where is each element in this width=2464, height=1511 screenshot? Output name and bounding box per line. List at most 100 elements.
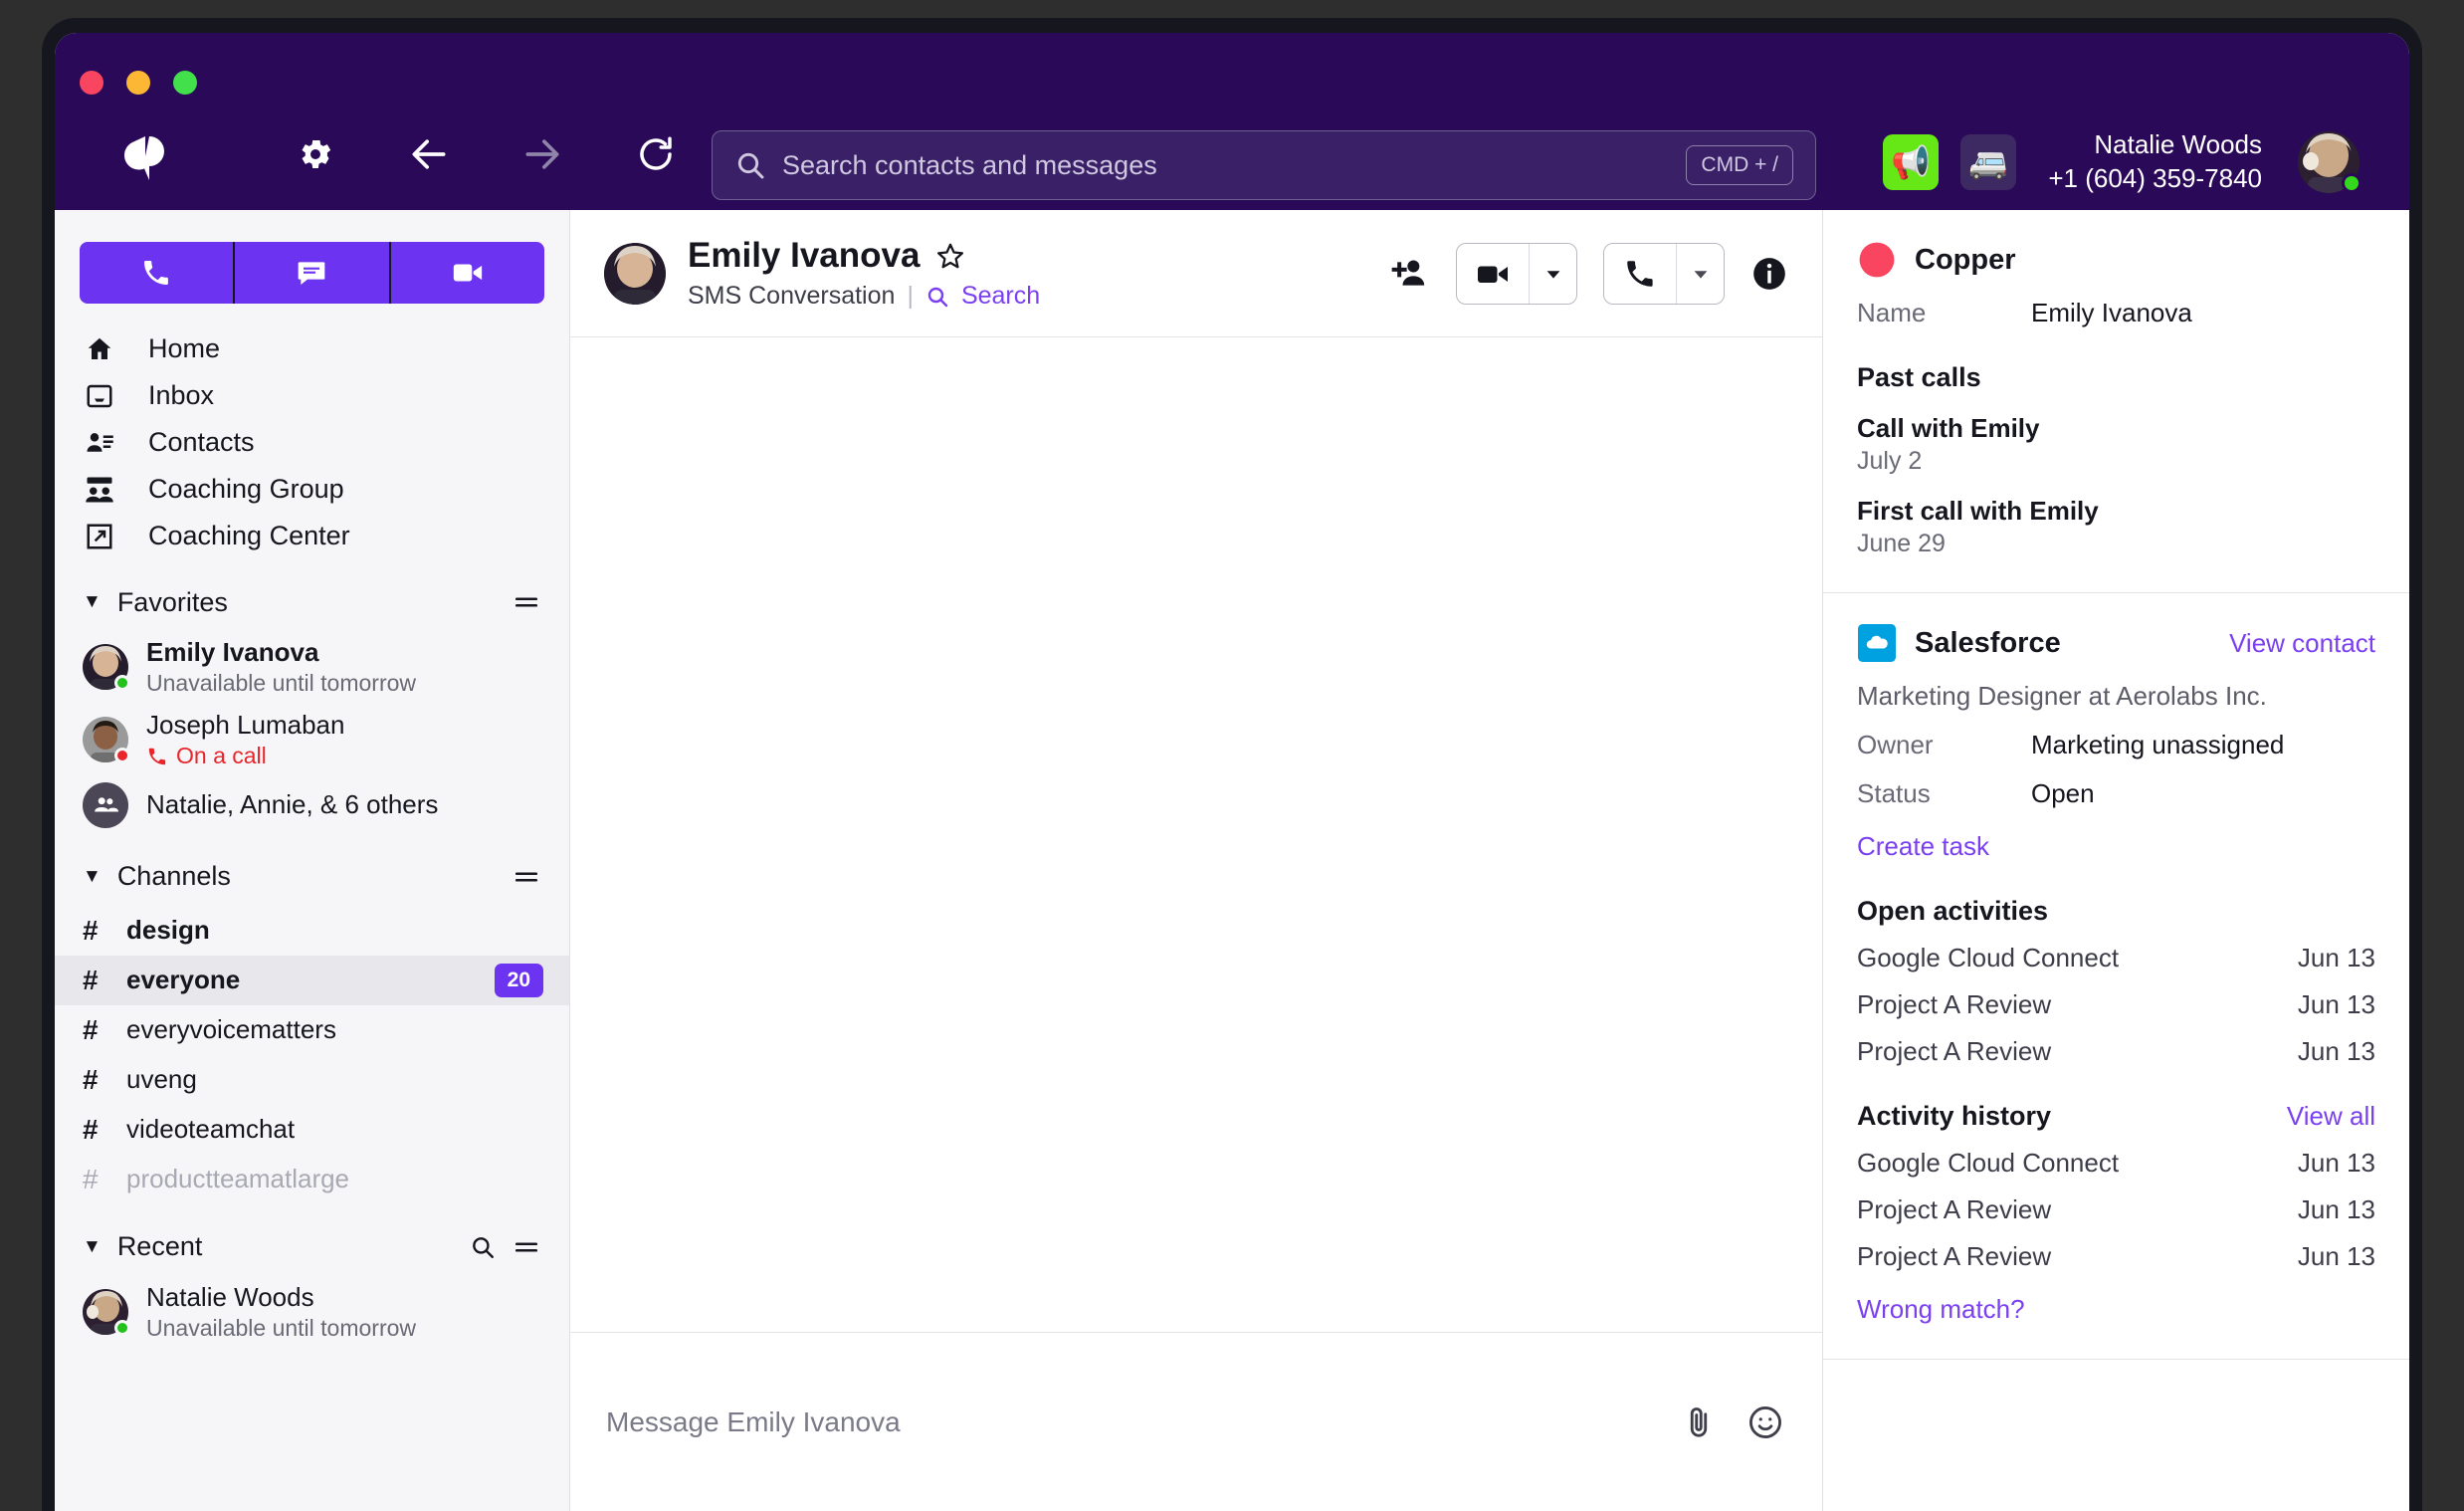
video-call-button[interactable] <box>1457 244 1529 304</box>
favorite-item-emily-ivanova[interactable]: Emily Ivanova Unavailable until tomorrow <box>55 631 569 704</box>
recent-search-icon[interactable] <box>470 1234 496 1260</box>
history-activity-row[interactable]: Project A Review Jun 13 <box>1857 1241 2375 1272</box>
dialpad-logo <box>119 130 177 182</box>
sidebar-item-coaching-group[interactable]: Coaching Group <box>55 466 569 513</box>
tab-calls[interactable] <box>80 242 235 304</box>
phone-call-button[interactable] <box>1604 244 1676 304</box>
sidebar: Home Inbox Contacts <box>55 210 570 1511</box>
sidebar-item-label: Coaching Center <box>148 521 350 551</box>
activity-date: Jun 13 <box>2298 1194 2375 1225</box>
message-composer: Message Emily Ivanova <box>570 1332 1822 1511</box>
recent-item-natalie-woods[interactable]: Natalie Woods Unavailable until tomorrow <box>55 1276 569 1349</box>
nav-icon-group <box>294 132 678 176</box>
current-user-avatar[interactable] <box>2298 131 2360 193</box>
refresh-icon[interactable] <box>634 132 678 176</box>
channel-item-design[interactable]: # design <box>55 906 569 956</box>
view-all-link[interactable]: View all <box>2287 1101 2375 1132</box>
past-call-date: June 29 <box>1857 530 2375 558</box>
wrong-match-link[interactable]: Wrong match? <box>1857 1294 2375 1325</box>
favorite-item-joseph-lumaban[interactable]: Joseph Lumaban On a call <box>55 704 569 776</box>
past-call-item[interactable]: First call with Emily June 29 <box>1857 496 2375 558</box>
salesforce-description: Marketing Designer at Aerolabs Inc. <box>1857 681 2375 712</box>
tab-video[interactable] <box>391 242 544 304</box>
info-icon[interactable] <box>1750 255 1788 293</box>
video-call-dropdown-icon[interactable] <box>1529 244 1576 304</box>
salesforce-title: Salesforce <box>1915 627 2229 660</box>
search-input-placeholder[interactable]: Search contacts and messages <box>782 150 1686 181</box>
open-activity-row[interactable]: Project A Review Jun 13 <box>1857 1036 2375 1067</box>
activity-date: Jun 13 <box>2298 1148 2375 1179</box>
past-call-item[interactable]: Call with Emily July 2 <box>1857 413 2375 476</box>
traffic-lights <box>80 71 197 95</box>
channel-item-everyvoicematters[interactable]: # everyvoicematters <box>55 1005 569 1055</box>
page-title: Emily Ivanova <box>688 236 920 276</box>
van-icon[interactable]: 🚐 <box>1960 134 2016 190</box>
create-task-link[interactable]: Create task <box>1857 831 2375 862</box>
attachment-icon[interactable] <box>1681 1404 1717 1440</box>
minimize-window-button[interactable] <box>126 71 150 95</box>
hash-icon: # <box>83 1064 126 1096</box>
emoji-icon[interactable] <box>1746 1403 1784 1441</box>
hash-icon: # <box>83 965 126 996</box>
sidebar-item-contacts[interactable]: Contacts <box>55 419 569 466</box>
view-contact-link[interactable]: View contact <box>2229 628 2375 659</box>
avatar <box>83 1289 128 1335</box>
message-list[interactable] <box>570 337 1822 1332</box>
conversation-search-link[interactable]: Search <box>961 282 1040 311</box>
current-user-info[interactable]: Natalie Woods +1 (604) 359-7840 <box>2048 128 2262 196</box>
contact-status: Unavailable until tomorrow <box>146 670 416 698</box>
channel-item-videoteamchat[interactable]: # videoteamchat <box>55 1105 569 1155</box>
history-activity-row[interactable]: Project A Review Jun 13 <box>1857 1194 2375 1225</box>
channel-name: videoteamchat <box>126 1114 543 1145</box>
channel-name: design <box>126 915 543 946</box>
gear-icon[interactable] <box>294 132 337 176</box>
contact-name: Joseph Lumaban <box>146 710 344 741</box>
favorite-item-group[interactable]: Natalie, Annie, & 6 others <box>55 776 569 834</box>
contact-name: Natalie Woods <box>146 1282 416 1313</box>
channel-item-productteamatlarge[interactable]: # productteamatlarge <box>55 1155 569 1204</box>
channels-section-header[interactable]: ▼ Channels <box>55 848 569 906</box>
chevron-down-icon[interactable]: ▼ <box>83 866 102 888</box>
past-call-date: July 2 <box>1857 447 2375 476</box>
channel-name: everyvoicematters <box>126 1014 543 1045</box>
owner-key: Owner <box>1857 730 2031 760</box>
megaphone-icon[interactable]: 📢 <box>1883 134 1939 190</box>
contact-status-row: On a call <box>146 743 344 770</box>
sidebar-item-coaching-center[interactable]: Coaching Center <box>55 513 569 559</box>
add-person-icon[interactable] <box>1390 254 1430 294</box>
history-activity-row[interactable]: Google Cloud Connect Jun 13 <box>1857 1148 2375 1179</box>
phone-call-dropdown-icon[interactable] <box>1676 244 1724 304</box>
sidebar-item-label: Inbox <box>148 380 214 411</box>
favorites-menu-icon[interactable] <box>513 589 539 615</box>
open-activities-heading: Open activities <box>1857 896 2375 927</box>
recent-section-header[interactable]: ▼ Recent <box>55 1218 569 1276</box>
chevron-down-icon[interactable]: ▼ <box>83 591 102 613</box>
channel-item-uveng[interactable]: # uveng <box>55 1055 569 1105</box>
copper-name-key: Name <box>1857 298 2031 328</box>
arrow-right-icon[interactable] <box>520 132 564 176</box>
conversation-avatar[interactable] <box>604 243 666 305</box>
channels-menu-icon[interactable] <box>513 864 539 890</box>
channel-item-everyone[interactable]: # everyone 20 <box>55 956 569 1005</box>
favorites-section-header[interactable]: ▼ Favorites <box>55 573 569 631</box>
tab-messages[interactable] <box>235 242 390 304</box>
past-call-title: First call with Emily <box>1857 496 2375 527</box>
search-icon[interactable] <box>925 285 949 309</box>
contact-status: On a call <box>176 743 267 770</box>
status-key: Status <box>1857 778 2031 809</box>
activity-date: Jun 13 <box>2298 1036 2375 1067</box>
message-input[interactable]: Message Emily Ivanova <box>606 1406 1681 1438</box>
sidebar-item-inbox[interactable]: Inbox <box>55 372 569 419</box>
recent-menu-icon[interactable] <box>513 1234 539 1260</box>
close-window-button[interactable] <box>80 71 103 95</box>
open-activity-row[interactable]: Google Cloud Connect Jun 13 <box>1857 943 2375 973</box>
open-activity-row[interactable]: Project A Review Jun 13 <box>1857 989 2375 1020</box>
star-outline-icon[interactable] <box>935 241 965 271</box>
chevron-down-icon[interactable]: ▼ <box>83 1236 102 1258</box>
favorite-item-text: Joseph Lumaban On a call <box>146 710 344 770</box>
conversation-titles: Emily Ivanova SMS Conversation | <box>688 236 1390 311</box>
arrow-left-icon[interactable] <box>407 132 451 176</box>
global-search-bar[interactable]: Search contacts and messages CMD + / <box>712 130 1816 200</box>
sidebar-item-home[interactable]: Home <box>55 325 569 372</box>
maximize-window-button[interactable] <box>173 71 197 95</box>
